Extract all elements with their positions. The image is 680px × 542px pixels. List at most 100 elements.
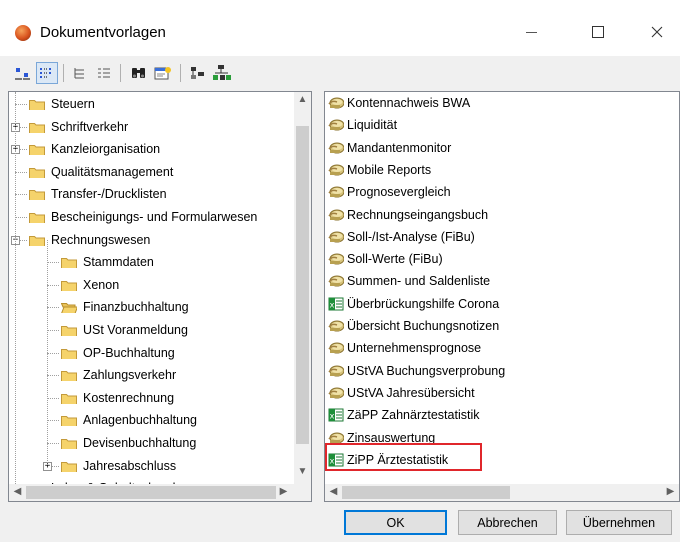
- folder-tree[interactable]: Steuern + Schriftverkehr + Kanzleiorganisati…: [8, 91, 312, 502]
- close-button[interactable]: [634, 14, 680, 50]
- scroll-left-arrow[interactable]: ◀: [9, 486, 26, 497]
- list-item-label: ZäPP Zahnärztestatistik: [347, 408, 480, 423]
- large-icons-view-button[interactable]: [12, 62, 34, 84]
- scroll-left-arrow[interactable]: ◀: [325, 486, 342, 497]
- list-item[interactable]: Übersicht Buchungsnotizen: [325, 315, 625, 337]
- tree-item[interactable]: Xenon: [9, 274, 299, 296]
- list-item[interactable]: Prognosevergleich: [325, 181, 625, 203]
- tree-item[interactable]: USt Voranmeldung: [9, 319, 299, 341]
- list-item[interactable]: Soll-Werte (FiBu): [325, 248, 625, 270]
- list-item[interactable]: Summen- und Saldenliste: [325, 270, 625, 292]
- maximize-icon: [592, 26, 604, 38]
- folder-icon: [61, 280, 77, 291]
- tree-item[interactable]: + Jahresabschluss: [9, 455, 299, 477]
- list-item-label: Prognosevergleich: [347, 185, 451, 200]
- list-item[interactable]: Mandantenmonitor: [325, 137, 625, 159]
- list-item[interactable]: Soll-/Ist-Analyse (FiBu): [325, 226, 625, 248]
- list-item[interactable]: Mobile Reports: [325, 159, 625, 181]
- toolbar-separator: [63, 64, 64, 82]
- tree-item[interactable]: Stammdaten: [9, 251, 299, 273]
- report-icon: [328, 209, 344, 220]
- tree-view-icon: [74, 68, 84, 79]
- large-icons-view-icon: [15, 68, 30, 80]
- tree-item-label: Finanzbuchhaltung: [83, 300, 189, 315]
- spreadsheet-icon: x: [328, 297, 344, 311]
- tree-item[interactable]: Anlagenbuchhaltung: [9, 409, 299, 431]
- tree-horizontal-scrollbar[interactable]: ◀ ▶: [9, 484, 294, 501]
- tree-vertical-scrollbar[interactable]: ▲ ▼: [294, 92, 311, 484]
- scroll-right-arrow[interactable]: ▶: [275, 486, 292, 497]
- folder-icon: [61, 439, 77, 449]
- tree-item[interactable]: Qualitätsmanagement: [9, 161, 299, 183]
- tree-item[interactable]: + Schriftverkehr: [9, 116, 299, 138]
- list-item-label: Unternehmensprognose: [347, 341, 482, 356]
- apply-button[interactable]: Übernehmen: [566, 510, 672, 535]
- tree-item-label: Jahresabschluss: [83, 458, 177, 473]
- move-down-button[interactable]: [211, 62, 233, 84]
- search-button[interactable]: [128, 62, 150, 84]
- apply-button-label: Übernehmen: [582, 515, 656, 530]
- list-item-label: Liquidität: [347, 118, 398, 133]
- list-item[interactable]: Unternehmensprognose: [325, 337, 625, 359]
- list-view-button[interactable]: [36, 62, 58, 84]
- tree-view-button[interactable]: [69, 62, 91, 84]
- list-item[interactable]: UStVA Jahresübersicht: [325, 382, 625, 404]
- binoculars-icon: [132, 68, 145, 78]
- list-item[interactable]: Rechnungseingangsbuch: [325, 204, 625, 226]
- scroll-thumb[interactable]: [26, 486, 276, 499]
- report-icon: [328, 164, 344, 176]
- list-item-label: Soll-/Ist-Analyse (FiBu): [347, 229, 475, 244]
- list-item[interactable]: Kontennachweis BWA: [325, 92, 625, 114]
- tree-item[interactable]: − Rechnungswesen: [9, 229, 299, 251]
- tree-item[interactable]: Devisenbuchhaltung: [9, 432, 299, 454]
- list-item[interactable]: x Überbrückungshilfe Corona: [325, 293, 625, 315]
- list-item[interactable]: Liquidität: [325, 114, 625, 136]
- folder-icon: [29, 100, 45, 110]
- maximize-button[interactable]: [575, 14, 621, 50]
- scroll-thumb[interactable]: [296, 126, 309, 444]
- spreadsheet-icon: x: [328, 408, 344, 422]
- tree-item[interactable]: OP-Buchhaltung: [9, 342, 299, 364]
- folder-icon: [29, 167, 45, 178]
- details-view-button[interactable]: [93, 62, 115, 84]
- tree-item[interactable]: Kostenrechnung: [9, 387, 299, 409]
- report-icon: [328, 186, 344, 198]
- tree-item[interactable]: Transfer-/Drucklisten: [9, 183, 299, 205]
- report-icon: [328, 253, 344, 265]
- list-item[interactable]: x ZäPP Zahnärztestatistik: [325, 404, 625, 426]
- tree-item[interactable]: + Kanzleiorganisation: [9, 138, 299, 160]
- list-item[interactable]: UStVA Buchungsverprobung: [325, 360, 625, 382]
- folder-icon: [29, 122, 45, 133]
- svg-text:x: x: [330, 412, 335, 421]
- folder-icon: [61, 371, 77, 382]
- list-horizontal-scrollbar[interactable]: ◀ ▶: [325, 484, 679, 501]
- list-view-icon: [40, 68, 51, 78]
- tree-item[interactable]: Bescheinigungs- und Formularwesen: [9, 206, 299, 228]
- scroll-up-arrow[interactable]: ▲: [294, 94, 311, 105]
- details-view-icon: [98, 68, 110, 78]
- report-icon: [328, 365, 344, 377]
- scroll-down-arrow[interactable]: ▼: [294, 466, 311, 477]
- scroll-thumb[interactable]: [342, 486, 510, 499]
- tree-item[interactable]: Zahlungsverkehr: [9, 364, 299, 386]
- properties-button[interactable]: [152, 62, 174, 84]
- tree-item-label: USt Voranmeldung: [83, 323, 188, 337]
- folder-icon: [61, 416, 77, 427]
- svg-text:x: x: [330, 300, 335, 309]
- scroll-right-arrow[interactable]: ▶: [662, 486, 679, 497]
- tree-item[interactable]: Finanzbuchhaltung: [9, 296, 299, 318]
- cancel-button[interactable]: Abbrechen: [458, 510, 557, 535]
- tree-item-label: Kostenrechnung: [83, 390, 175, 405]
- toolbar-separator: [180, 64, 181, 82]
- ok-button[interactable]: OK: [344, 510, 447, 535]
- minimize-button[interactable]: [508, 14, 554, 50]
- list-item-label: Kontennachweis BWA: [347, 96, 471, 110]
- report-icon: [328, 231, 344, 243]
- tree-item-label: Qualitätsmanagement: [51, 164, 174, 179]
- list-item-label: Mobile Reports: [347, 162, 432, 177]
- template-list[interactable]: Kontennachweis BWA Liquidität Mandantenmon…: [324, 91, 680, 502]
- minimize-icon: [525, 31, 537, 33]
- toolbar: [0, 56, 680, 90]
- tree-item[interactable]: Steuern: [9, 93, 299, 115]
- move-up-button[interactable]: [187, 62, 209, 84]
